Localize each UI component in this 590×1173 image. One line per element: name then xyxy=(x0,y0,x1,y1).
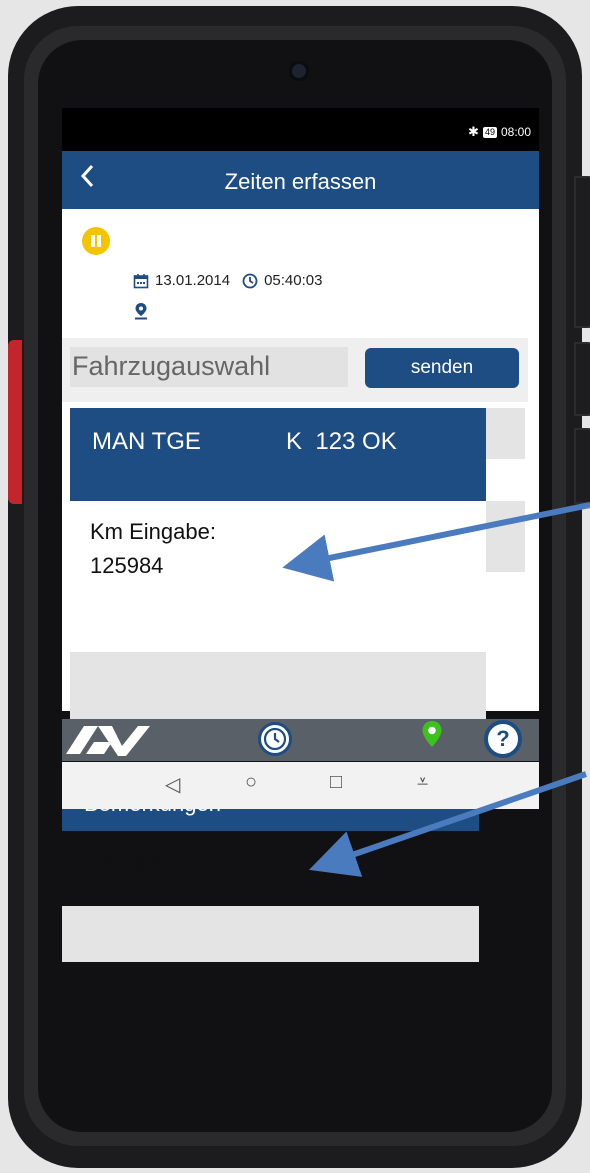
gray-panel xyxy=(486,501,525,572)
help-icon[interactable]: ? xyxy=(484,720,522,758)
remarks-value[interactable]: Stau auf A23 xyxy=(82,849,208,875)
app-bar: Zeiten erfassen xyxy=(62,151,539,209)
system-recents-icon[interactable]: □ xyxy=(330,771,342,794)
vehicle-card[interactable]: MAN TGE K 123 OK xyxy=(70,408,486,501)
side-button-volume xyxy=(574,176,590,328)
system-back-icon[interactable]: ◁ xyxy=(165,772,180,797)
pause-icon[interactable] xyxy=(82,227,110,255)
status-time: 08:00 xyxy=(500,125,531,139)
gray-panel xyxy=(486,408,525,459)
page-title: Zeiten erfassen xyxy=(224,169,377,194)
calendar-icon xyxy=(133,273,149,288)
system-nav-bar xyxy=(62,762,539,809)
gray-panel xyxy=(62,906,479,962)
timer-time: 05:40:03 xyxy=(264,272,323,289)
clock-icon[interactable] xyxy=(258,722,292,756)
side-button-red xyxy=(8,340,22,504)
system-menu-icon[interactable]: ⩡ xyxy=(417,771,428,794)
km-value[interactable]: 125984 xyxy=(90,553,163,579)
location-pin-icon xyxy=(134,302,148,325)
vehicle-select-placeholder: Fahrzugauswahl xyxy=(72,351,271,381)
side-button-power xyxy=(574,342,590,416)
send-button[interactable]: senden xyxy=(365,348,519,388)
system-home-icon[interactable]: ○ xyxy=(245,771,257,794)
bluetooth-icon: ✱ xyxy=(468,124,479,139)
vehicle-plate: K 123 OK xyxy=(286,428,397,455)
app-logo xyxy=(64,718,154,758)
status-bar: ✱ 49 08:00 xyxy=(62,108,539,151)
front-camera xyxy=(292,64,306,78)
clock-icon xyxy=(242,273,258,288)
timer-date: 13.01.2014 xyxy=(155,272,231,289)
timer-info: 13.01.2014 05:40:03 xyxy=(133,272,322,289)
location-pin-icon[interactable] xyxy=(420,719,444,762)
km-label: Km Eingabe: xyxy=(90,519,216,544)
battery-icon: 49 xyxy=(482,126,497,138)
vehicle-model: MAN TGE xyxy=(92,428,201,455)
side-button-extra xyxy=(574,428,590,504)
